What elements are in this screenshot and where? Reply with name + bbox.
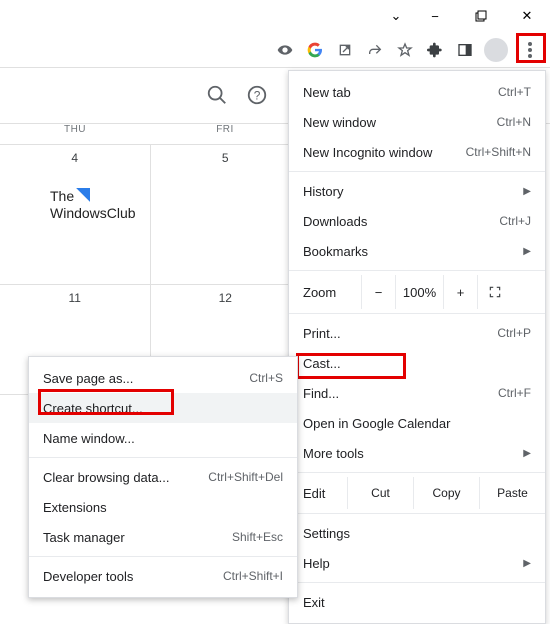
help-icon[interactable]: ?	[246, 84, 270, 108]
menu-separator	[289, 313, 545, 314]
fullscreen-button[interactable]	[477, 275, 511, 309]
menu-separator	[289, 472, 545, 473]
menu-settings[interactable]: Settings	[289, 518, 545, 548]
google-icon[interactable]	[304, 39, 326, 61]
day-header: FRI	[150, 124, 300, 144]
tab-list-chevron[interactable]: ⌄	[380, 0, 412, 32]
menu-more-tools[interactable]: More tools▶	[289, 438, 545, 468]
sidepanel-icon[interactable]	[454, 39, 476, 61]
zoom-label: Zoom	[303, 285, 361, 300]
calendar-cell[interactable]: 5	[151, 145, 301, 284]
kebab-menu-button[interactable]	[516, 36, 544, 64]
menu-new-window[interactable]: New windowCtrl+N	[289, 107, 545, 137]
browser-toolbar	[0, 32, 550, 68]
chrome-main-menu: New tabCtrl+T New windowCtrl+N New Incog…	[288, 70, 546, 624]
menu-bookmarks[interactable]: Bookmarks▶	[289, 236, 545, 266]
day-header: THU	[0, 124, 150, 144]
minimize-button[interactable]: −	[412, 0, 458, 32]
chevron-right-icon: ▶	[523, 558, 531, 569]
zoom-value: 100%	[395, 275, 443, 309]
menu-print[interactable]: Print...Ctrl+P	[289, 318, 545, 348]
submenu-create-shortcut[interactable]: Create shortcut...	[29, 393, 297, 423]
edit-paste-button[interactable]: Paste	[479, 477, 545, 509]
search-icon[interactable]	[206, 84, 230, 108]
edit-copy-button[interactable]: Copy	[413, 477, 479, 509]
menu-new-tab[interactable]: New tabCtrl+T	[289, 77, 545, 107]
zoom-out-button[interactable]: −	[361, 275, 395, 309]
chevron-right-icon: ▶	[523, 246, 531, 257]
menu-separator	[29, 457, 297, 458]
menu-separator	[289, 171, 545, 172]
submenu-clear-data[interactable]: Clear browsing data...Ctrl+Shift+Del	[29, 462, 297, 492]
menu-separator	[289, 513, 545, 514]
watermark-logo: The WindowsClub	[50, 188, 136, 222]
submenu-save-page[interactable]: Save page as...Ctrl+S	[29, 363, 297, 393]
menu-separator	[289, 582, 545, 583]
menu-separator	[29, 556, 297, 557]
menu-downloads[interactable]: DownloadsCtrl+J	[289, 206, 545, 236]
edit-cut-button[interactable]: Cut	[347, 477, 413, 509]
chevron-right-icon: ▶	[523, 186, 531, 197]
submenu-name-window[interactable]: Name window...	[29, 423, 297, 453]
open-external-icon[interactable]	[334, 39, 356, 61]
submenu-extensions[interactable]: Extensions	[29, 492, 297, 522]
svg-text:?: ?	[254, 88, 261, 102]
menu-open-in-calendar[interactable]: Open in Google Calendar	[289, 408, 545, 438]
eye-icon[interactable]	[274, 39, 296, 61]
window-controls: ⌄ − ✕	[380, 0, 550, 32]
menu-zoom: Zoom − 100% +	[289, 275, 545, 309]
menu-exit[interactable]: Exit	[289, 587, 545, 617]
maximize-button[interactable]	[458, 0, 504, 32]
share-icon[interactable]	[364, 39, 386, 61]
menu-edit-row: Edit Cut Copy Paste	[289, 477, 545, 509]
more-tools-submenu: Save page as...Ctrl+S Create shortcut...…	[28, 356, 298, 598]
zoom-in-button[interactable]: +	[443, 275, 477, 309]
menu-cast[interactable]: Cast...	[289, 348, 545, 378]
menu-incognito[interactable]: New Incognito windowCtrl+Shift+N	[289, 137, 545, 167]
chevron-right-icon: ▶	[523, 448, 531, 459]
extensions-icon[interactable]	[424, 39, 446, 61]
bookmark-star-icon[interactable]	[394, 39, 416, 61]
profile-avatar[interactable]	[484, 38, 508, 62]
menu-help[interactable]: Help▶	[289, 548, 545, 578]
menu-find[interactable]: Find...Ctrl+F	[289, 378, 545, 408]
menu-separator	[289, 270, 545, 271]
close-button[interactable]: ✕	[504, 0, 550, 32]
edit-label: Edit	[303, 486, 347, 501]
menu-history[interactable]: History▶	[289, 176, 545, 206]
submenu-task-manager[interactable]: Task managerShift+Esc	[29, 522, 297, 552]
